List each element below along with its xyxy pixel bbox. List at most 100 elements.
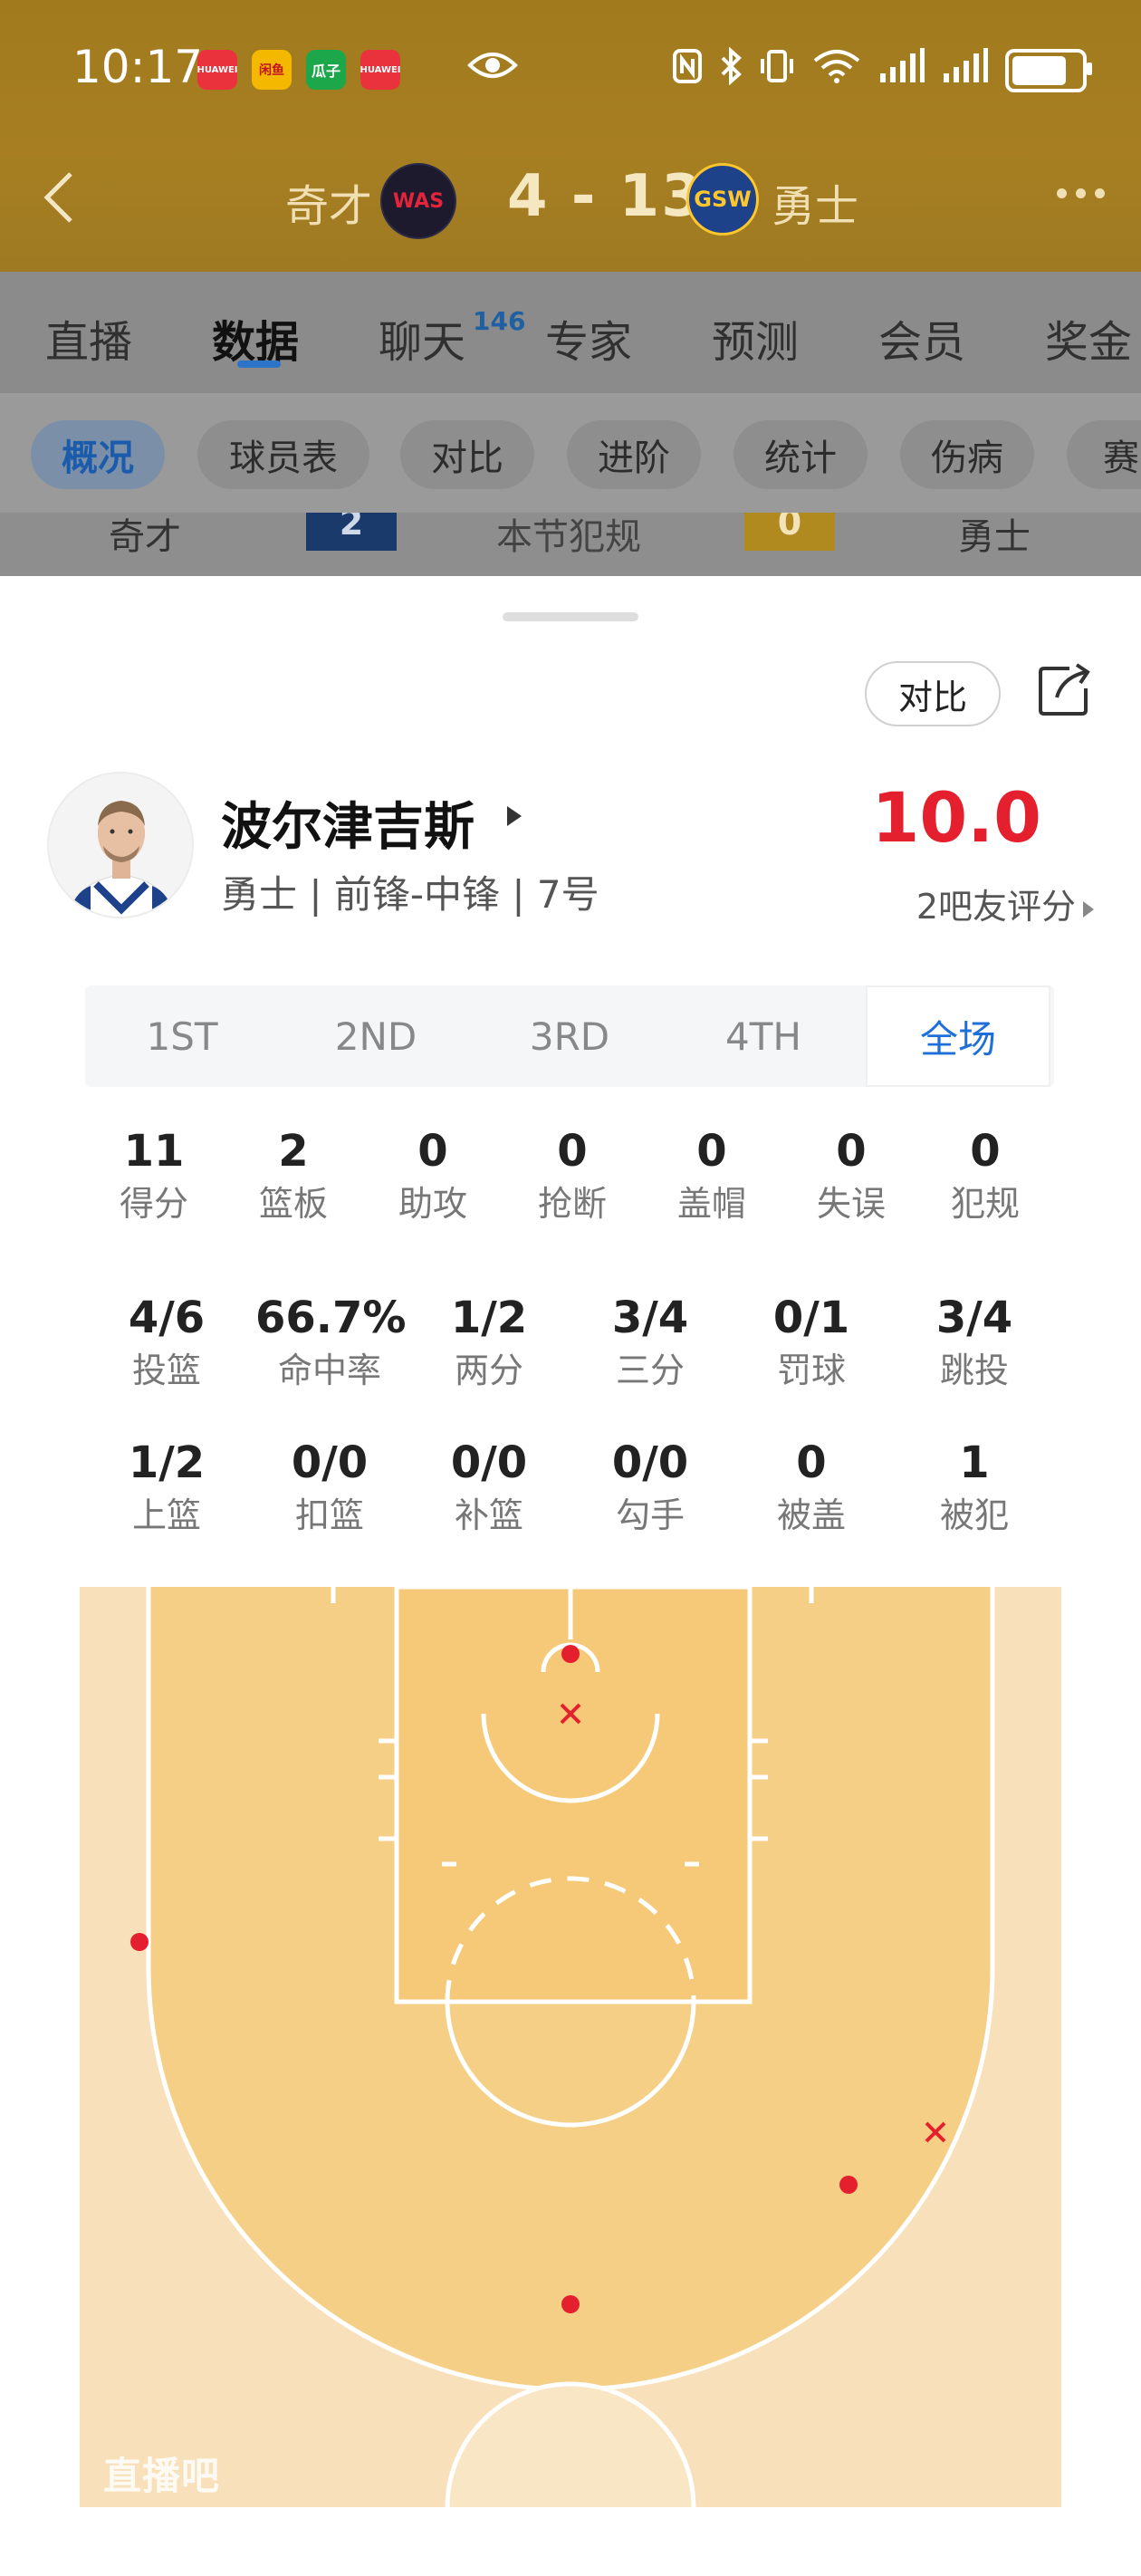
rating-arrow-icon — [1083, 900, 1094, 918]
watermark-logo: 直播吧 — [103, 2454, 221, 2498]
stat-blocks: 0 盖帽 — [639, 1127, 784, 1226]
made-shot-marker — [561, 1645, 580, 1663]
stat-value: 0 — [417, 1126, 448, 1177]
stat-value: 3/4 — [611, 1293, 689, 1343]
battery-icon — [1005, 48, 1092, 92]
stat-layup: 1/2 上篮 — [94, 1438, 239, 1538]
status-time: 10:17 — [72, 41, 204, 93]
tab-predict[interactable]: 预测 — [712, 306, 799, 370]
nfc-icon — [672, 48, 703, 92]
player-name[interactable]: 波尔津吉斯 — [221, 786, 475, 860]
huawei-icon-2: HUAWEI — [360, 50, 401, 90]
stat-points: 11 得分 — [82, 1127, 226, 1226]
stat-turnovers: 0 失误 — [779, 1127, 924, 1226]
stat-3pt: 3/4 三分 — [578, 1293, 723, 1393]
bluetooth-icon — [719, 46, 743, 93]
stat-tipin: 0/0 补篮 — [417, 1438, 561, 1538]
stat-hook: 0/0 勾手 — [578, 1438, 723, 1538]
quarter-tab-full[interactable]: 全场 — [866, 985, 1050, 1087]
stat-2pt: 1/2 两分 — [417, 1293, 561, 1393]
tab-chat[interactable]: 聊天 — [379, 306, 465, 370]
stat-label: 盖帽 — [676, 1184, 746, 1224]
stat-value: 0 — [836, 1126, 867, 1177]
stat-label: 得分 — [119, 1184, 188, 1224]
stat-label: 助攻 — [398, 1184, 467, 1224]
subtab-injuries[interactable]: 伤病 — [900, 420, 1034, 489]
more-icon[interactable] — [1057, 188, 1105, 198]
stat-rebounds: 2 篮板 — [221, 1127, 366, 1226]
stat-value: 0/1 — [772, 1293, 850, 1343]
stat-label: 跳投 — [939, 1350, 1009, 1390]
rating-link[interactable]: 2吧友评分 — [916, 879, 1094, 928]
compare-button[interactable]: 对比 — [865, 661, 1001, 726]
stat-steals: 0 抢断 — [500, 1127, 645, 1226]
tab-live[interactable]: 直播 — [45, 306, 132, 370]
quarter-tab-2nd[interactable]: 2ND — [279, 985, 473, 1087]
stat-value: 0 — [696, 1126, 727, 1177]
subtab-player-table[interactable]: 球员表 — [197, 420, 369, 489]
made-shot-marker — [839, 2176, 858, 2194]
stat-value: 0 — [970, 1126, 1001, 1177]
app-green-icon: 瓜子 — [306, 50, 346, 90]
stat-label: 两分 — [454, 1350, 523, 1390]
status-indicators — [672, 46, 1092, 93]
subtab-more[interactable]: 赛 — [1067, 420, 1141, 489]
eye-icon — [467, 47, 518, 93]
quarter-tab-3rd[interactable]: 3RD — [473, 985, 666, 1087]
shot-chart-court — [80, 1587, 1061, 2507]
stat-value: 0 — [557, 1126, 588, 1177]
peek-right-team: 勇士 — [958, 516, 1031, 558]
tab-experts[interactable]: 专家 — [545, 306, 632, 370]
stat-label: 上篮 — [131, 1495, 201, 1535]
stat-label: 篮板 — [258, 1184, 328, 1224]
stat-label: 勾手 — [615, 1495, 685, 1535]
stat-label: 投篮 — [131, 1350, 201, 1390]
player-name-arrow-icon[interactable] — [507, 806, 522, 826]
shot-chart — [80, 1587, 1061, 2507]
peek-left-value: 2 — [306, 513, 397, 551]
player-avatar[interactable] — [47, 772, 194, 918]
stat-blocked: 0 被盖 — [739, 1438, 884, 1538]
signal-icon-2 — [942, 48, 989, 92]
sheet-drag-handle[interactable] — [503, 612, 638, 621]
stat-value: 0 — [796, 1437, 827, 1488]
stat-fg: 4/6 投篮 — [94, 1293, 239, 1393]
sub-tabs: 概况 球员表 对比 进阶 统计 伤病 赛 — [0, 393, 1141, 513]
subtab-compare[interactable]: 对比 — [400, 420, 534, 489]
share-icon[interactable] — [1035, 661, 1093, 719]
stat-value: 1 — [959, 1437, 990, 1488]
tab-bonus[interactable]: 奖金 — [1045, 306, 1132, 370]
chat-count-badge: 146 — [473, 306, 526, 336]
stat-value: 0/0 — [291, 1437, 369, 1488]
stat-label: 扣篮 — [294, 1495, 364, 1535]
quarter-tab-1st[interactable]: 1ST — [85, 985, 279, 1087]
away-team-name[interactable]: 奇才 — [285, 170, 372, 234]
home-team-name[interactable]: 勇士 — [772, 170, 858, 234]
stat-value: 11 — [123, 1126, 185, 1177]
peek-label: 本节犯规 — [496, 516, 641, 558]
stat-fouled: 1 被犯 — [902, 1438, 1047, 1538]
quarter-tab-4th[interactable]: 4TH — [666, 985, 860, 1087]
stat-value: 66.7% — [255, 1293, 407, 1343]
quarter-tabs: 1ST 2ND 3RD 4TH 全场 — [85, 985, 1054, 1087]
active-tab-indicator — [237, 360, 281, 368]
subtab-stats[interactable]: 统计 — [734, 420, 868, 489]
stat-value: 0/0 — [450, 1437, 528, 1488]
stat-dunk: 0/0 扣篮 — [255, 1438, 404, 1538]
stat-value: 2 — [278, 1126, 309, 1177]
stat-fg-pct: 66.7% 命中率 — [255, 1293, 407, 1393]
stat-assists: 0 助攻 — [360, 1127, 505, 1226]
peek-left-team: 奇才 — [109, 516, 181, 558]
vibrate-icon — [759, 48, 795, 92]
subtab-advanced[interactable]: 进阶 — [567, 420, 701, 489]
back-icon[interactable] — [36, 170, 83, 225]
app-yellow-icon: 闲鱼 — [252, 50, 292, 90]
subtab-overview[interactable]: 概况 — [31, 420, 165, 489]
player-rating: 10.0 — [871, 777, 1041, 858]
stat-label: 失误 — [816, 1184, 886, 1224]
stat-label: 被盖 — [776, 1495, 846, 1535]
tab-member[interactable]: 会员 — [878, 306, 965, 370]
home-team-logo[interactable]: GSW — [686, 163, 759, 235]
status-app-icons: HUAWEI 闲鱼 瓜子 HUAWEI — [197, 50, 401, 90]
away-team-logo[interactable]: WAS — [380, 163, 456, 239]
